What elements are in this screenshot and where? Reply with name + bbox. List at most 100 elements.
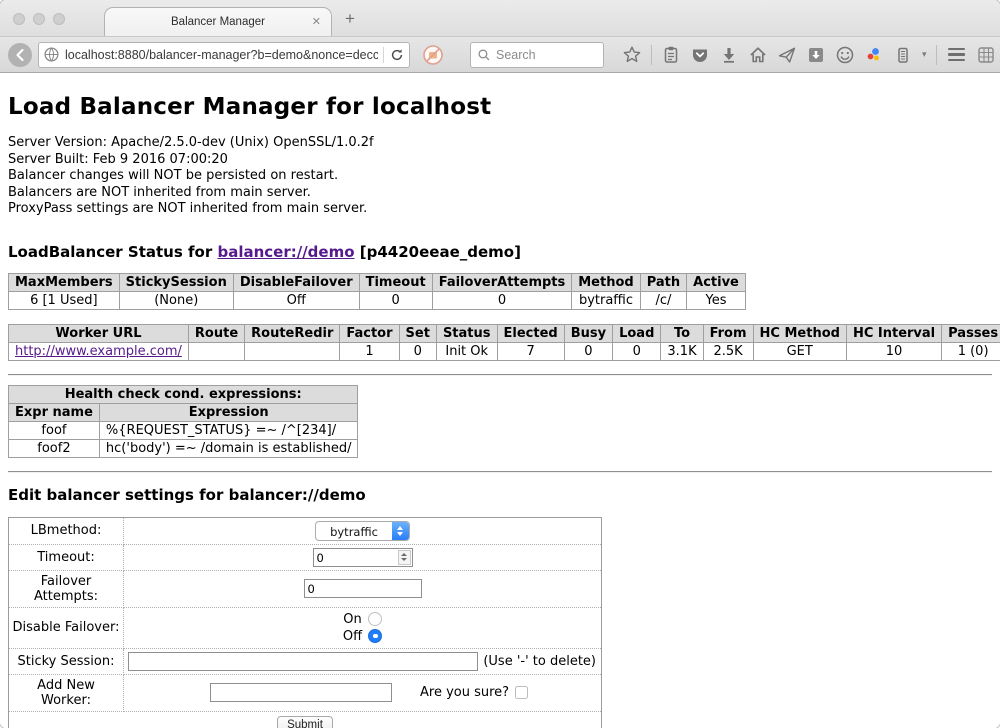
- table-cell: hc('body') =~ /domain is established/: [99, 439, 358, 457]
- server-version: Server Version: Apache/2.5.0-dev (Unix) …: [8, 135, 992, 152]
- column-header: MaxMembers: [9, 273, 120, 291]
- table-cell: [188, 342, 244, 360]
- url-bar[interactable]: localhost:8880/balancer-manager?b=demo&n…: [38, 42, 410, 68]
- clipboard-icon[interactable]: [661, 45, 681, 65]
- window-controls[interactable]: [13, 13, 65, 25]
- toolbar-buttons: ▾: [622, 45, 996, 65]
- divider: [8, 374, 992, 376]
- column-header: DisableFailover: [233, 273, 359, 291]
- color-dots-icon[interactable]: [864, 45, 884, 65]
- worker-status-table: Worker URLRouteRouteRedirFactorSetStatus…: [8, 324, 1000, 361]
- battery-icon[interactable]: [893, 45, 913, 65]
- column-header: Busy: [564, 324, 612, 342]
- tab-balancer-manager[interactable]: Balancer Manager ✕: [104, 7, 332, 36]
- menu-icon[interactable]: [946, 46, 967, 63]
- back-icon: [13, 48, 27, 62]
- tab-close-icon[interactable]: ✕: [312, 15, 321, 28]
- table-cell: (None): [119, 291, 233, 309]
- balancer-demo-link[interactable]: balancer://demo: [217, 243, 354, 261]
- divider: [8, 471, 992, 473]
- column-header: Path: [640, 273, 686, 291]
- disable-failover-off-radio[interactable]: [368, 629, 382, 643]
- table-cell: 10: [846, 342, 941, 360]
- radio-on-label: On: [343, 612, 361, 627]
- health-check-table: Health check cond. expressions:Expr name…: [8, 385, 358, 458]
- save-box-icon[interactable]: [806, 45, 826, 65]
- lbmethod-select[interactable]: bytraffic: [315, 521, 410, 541]
- are-you-sure-label: Are you sure?: [420, 685, 509, 700]
- table-cell: %{REQUEST_STATUS} =~ /^[234]/: [99, 421, 358, 439]
- navigation-toolbar: localhost:8880/balancer-manager?b=demo&n…: [0, 36, 1000, 73]
- table-cell: 7: [497, 342, 564, 360]
- search-icon: [477, 48, 491, 62]
- home-icon[interactable]: [748, 45, 768, 65]
- table-cell: Init Ok: [436, 342, 497, 360]
- back-button[interactable]: [8, 43, 32, 67]
- new-tab-button[interactable]: +: [345, 9, 355, 29]
- column-header: Expr name: [9, 403, 100, 421]
- timeout-value: 0: [314, 549, 397, 566]
- failover-attempts-label: Failover Attempts:: [9, 570, 124, 607]
- select-arrows-icon: [392, 522, 409, 540]
- disable-failover-label: Disable Failover:: [9, 607, 124, 648]
- grid-icon[interactable]: [976, 45, 996, 65]
- spinner-icon[interactable]: [398, 550, 411, 565]
- dropdown-caret-icon[interactable]: ▾: [922, 49, 927, 60]
- table-cell: 0: [564, 342, 612, 360]
- minimize-window-button[interactable]: [33, 13, 45, 25]
- url-text[interactable]: localhost:8880/balancer-manager?b=demo&n…: [65, 48, 378, 62]
- column-header: Load: [613, 324, 661, 342]
- search-placeholder: Search: [496, 48, 536, 62]
- star-icon[interactable]: [622, 45, 642, 65]
- column-header: Method: [572, 273, 640, 291]
- column-header: Elected: [497, 324, 564, 342]
- loadbalancer-status-heading: LoadBalancer Status for balancer://demo …: [8, 243, 992, 261]
- failover-attempts-input[interactable]: 0: [304, 579, 422, 598]
- browser-window: Balancer Manager ✕ + localhost:8880/bala…: [0, 0, 1000, 728]
- table-cell: GET: [753, 342, 846, 360]
- table-cell: Yes: [687, 291, 746, 309]
- close-window-button[interactable]: [13, 13, 25, 25]
- page-content: Load Balancer Manager for localhost Serv…: [0, 73, 1000, 728]
- column-header: Set: [399, 324, 436, 342]
- are-you-sure-checkbox[interactable]: [515, 686, 528, 699]
- lbmethod-selected-value: bytraffic: [316, 522, 392, 540]
- worker-url-link[interactable]: http://www.example.com/: [15, 344, 182, 359]
- tab-bar: Balancer Manager ✕ +: [0, 0, 1000, 36]
- table-title: Health check cond. expressions:: [9, 385, 358, 403]
- server-info: Server Version: Apache/2.5.0-dev (Unix) …: [8, 135, 992, 218]
- search-bar[interactable]: Search: [470, 42, 604, 68]
- disable-failover-on-radio[interactable]: [368, 612, 382, 626]
- smiley-icon[interactable]: [835, 45, 855, 65]
- column-header: RouteRedir: [245, 324, 340, 342]
- column-header: Status: [436, 324, 497, 342]
- proxypass-note: ProxyPass settings are NOT inherited fro…: [8, 201, 992, 218]
- send-icon[interactable]: [777, 45, 797, 65]
- table-cell: 1 (0): [942, 342, 1000, 360]
- table-cell: 0: [359, 291, 432, 309]
- column-header: Active: [687, 273, 746, 291]
- table-cell: 0: [399, 342, 436, 360]
- table-cell: [245, 342, 340, 360]
- edit-balancer-heading: Edit balancer settings for balancer://de…: [8, 486, 992, 504]
- pocket-icon[interactable]: [690, 45, 710, 65]
- lbmethod-label: LBmethod:: [9, 517, 124, 544]
- download-icon[interactable]: [719, 45, 739, 65]
- block-icon[interactable]: [422, 44, 444, 66]
- table-cell: foof: [9, 421, 100, 439]
- globe-icon: [43, 46, 60, 63]
- table-row: foof%{REQUEST_STATUS} =~ /^[234]/: [9, 421, 358, 439]
- column-header: Worker URL: [9, 324, 189, 342]
- table-row: http://www.example.com/10Init Ok7003.1K2…: [9, 342, 1000, 360]
- table-cell: /c/: [640, 291, 686, 309]
- add-worker-input[interactable]: [210, 683, 392, 702]
- tab-title: Balancer Manager: [171, 16, 265, 28]
- submit-button[interactable]: Submit: [277, 716, 333, 728]
- zoom-window-button[interactable]: [53, 13, 65, 25]
- timeout-input[interactable]: 0: [313, 548, 413, 567]
- column-header: HC Interval: [846, 324, 941, 342]
- sticky-session-input[interactable]: [128, 652, 478, 671]
- column-header: To: [661, 324, 703, 342]
- column-header: Passes: [942, 324, 1000, 342]
- reload-icon[interactable]: [389, 47, 405, 63]
